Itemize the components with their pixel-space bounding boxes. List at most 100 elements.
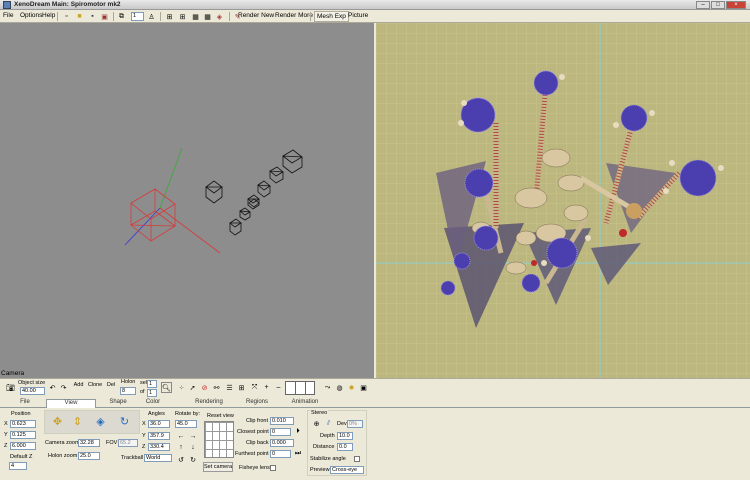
undo-selector[interactable]: 1 [131,12,144,21]
mesh-exp-button[interactable]: Mesh Exp [314,11,349,22]
depth-input[interactable]: 10.0 [337,432,353,440]
palette-icon[interactable]: ◈ [214,11,225,22]
position-y-input[interactable]: 0.125 [10,431,36,439]
render-new-button[interactable]: Render New [236,11,276,22]
wireframe-viewport[interactable] [0,23,374,378]
position-z-input[interactable]: 6.000 [10,442,36,450]
trackball-select[interactable]: World [144,454,172,462]
add-button[interactable]: Add [71,381,86,392]
camera-icon[interactable]: 📷︎ [5,382,16,393]
redo-icon[interactable]: ↷ [58,382,69,393]
closest-point-label: Closest point [237,429,269,435]
maximize-icon[interactable]: □ [711,1,725,9]
closest-point-input[interactable]: 0 [270,428,291,436]
save-icon[interactable]: ▪ [87,11,98,22]
step-forward-icon[interactable]: ⏵ [294,428,302,436]
share-icon[interactable]: ⤳ [322,382,333,393]
menu-help[interactable]: Help [42,12,55,19]
angle-x-input[interactable]: 36.0 [148,420,170,428]
undo-icon[interactable]: ↶ [47,382,58,393]
zoom-vertical-icon[interactable]: ⇕ [70,414,85,429]
reset-view-grid[interactable] [204,421,234,458]
stereo-mode-icon[interactable]: ⫽ [323,418,334,429]
layout-grid-icon[interactable] [285,381,315,395]
clip-front-input[interactable]: 0.010 [270,417,294,425]
plus-icon[interactable]: + [261,382,272,393]
angle-z-label: Z [142,444,146,450]
step-end-icon[interactable]: ⏭ [294,450,302,458]
arrow-up-icon[interactable]: ↑ [177,443,185,451]
furthest-point-input[interactable]: 0 [270,450,291,458]
z-axis-line [124,207,161,246]
clone-button[interactable]: Clone [86,381,104,392]
camera-zoom-label: Camera zoom [45,440,80,446]
camera-zoom-input[interactable]: 32.28 [78,439,100,447]
new-file-icon[interactable]: ▫ [61,11,72,22]
scatter-icon[interactable]: ⁘ [176,382,187,393]
stabilize-angle-checkbox[interactable] [354,456,360,462]
light-icon[interactable]: ✹ [346,382,357,393]
dev-input[interactable]: 0% [347,420,363,428]
rotate-cw-icon[interactable]: ↻ [189,456,197,464]
select-grid-icon[interactable]: ⊞ [236,382,247,393]
holon-zoom-input[interactable]: 25.0 [78,452,100,460]
grid-icon[interactable]: ▦ [190,11,201,22]
cursor-icon[interactable]: ➚ [187,382,198,393]
render-viewport[interactable] [376,23,750,378]
image-icon[interactable]: ▣ [358,382,369,393]
default-z-select[interactable]: 4 [9,462,27,470]
rotate-ccw-icon[interactable]: ↺ [177,456,185,464]
copy-icon[interactable]: ⧉ [116,11,127,22]
move-icon[interactable]: ◈ [93,414,108,429]
clip-back-input[interactable]: 0.000 [270,439,294,447]
of-input[interactable]: 1 [147,389,157,397]
grid-dense-icon[interactable]: ▦ [202,11,213,22]
position-x-input[interactable]: 0.623 [10,420,36,428]
open-folder-icon[interactable]: ■ [74,11,85,22]
grid-large-icon[interactable]: ⊞ [177,11,188,22]
arrow-left-icon[interactable]: ← [177,432,185,440]
stereo-glasses-icon[interactable]: ⊕ [311,418,322,429]
grid-small-icon[interactable]: ⊞ [164,11,175,22]
arrow-right-icon[interactable]: → [189,432,197,440]
bulb-icon[interactable]: ♙ [146,11,157,22]
tab-color[interactable]: Color [128,399,178,405]
link-icon[interactable]: ⚯ [211,382,222,393]
holon-zoom-label: Holon zoom [48,453,78,459]
globe-icon[interactable]: ◍ [334,382,345,393]
sel-input[interactable]: 1 [147,380,157,388]
distance-input[interactable]: 0.0 [337,443,353,451]
tab-rendering[interactable]: Rendering [184,399,234,405]
holon-input[interactable]: 8 [120,387,136,395]
picture-button[interactable]: Picture [346,11,370,22]
set-camera-button[interactable]: Set camera [203,462,233,472]
angle-z-input[interactable]: 330.4 [148,443,170,451]
export-image-icon[interactable]: ▣ [99,11,110,22]
pan-icon[interactable]: ✥ [50,414,65,429]
no-icon[interactable]: ⊘ [199,382,210,393]
del-button[interactable]: Del [104,381,118,392]
close-icon[interactable]: × [726,1,746,9]
rotate-icon[interactable]: ↻ [117,414,132,429]
object-size-input[interactable]: 40.00 [20,387,45,395]
menu-file[interactable]: File [3,12,13,19]
minus-icon[interactable]: – [273,382,284,393]
menu-options[interactable]: Options [20,12,42,19]
tab-regions[interactable]: Regions [232,399,282,405]
wireframe-canvas [124,147,303,254]
fov-input[interactable]: 65.2 [118,439,138,447]
render-more-button[interactable]: Render More [273,11,315,22]
tab-animation[interactable]: Animation [280,399,330,405]
fisheye-lens-checkbox[interactable] [270,465,276,471]
expand-icon[interactable]: ⤧ [249,382,260,393]
holon-cubes [205,149,303,236]
tab-file[interactable]: File [0,399,50,405]
angle-y-input[interactable]: 357.9 [148,432,170,440]
preview-select[interactable]: Cross-eye [330,466,364,474]
reset-view-label: Reset view [207,413,234,419]
arrow-down-icon[interactable]: ↓ [189,443,197,451]
list-icon[interactable]: ☰ [224,382,235,393]
minimize-icon[interactable]: – [696,1,710,9]
rotate-by-input[interactable]: 45.0 [175,420,197,428]
zoom-icon[interactable]: 🔍︎ [161,382,172,393]
